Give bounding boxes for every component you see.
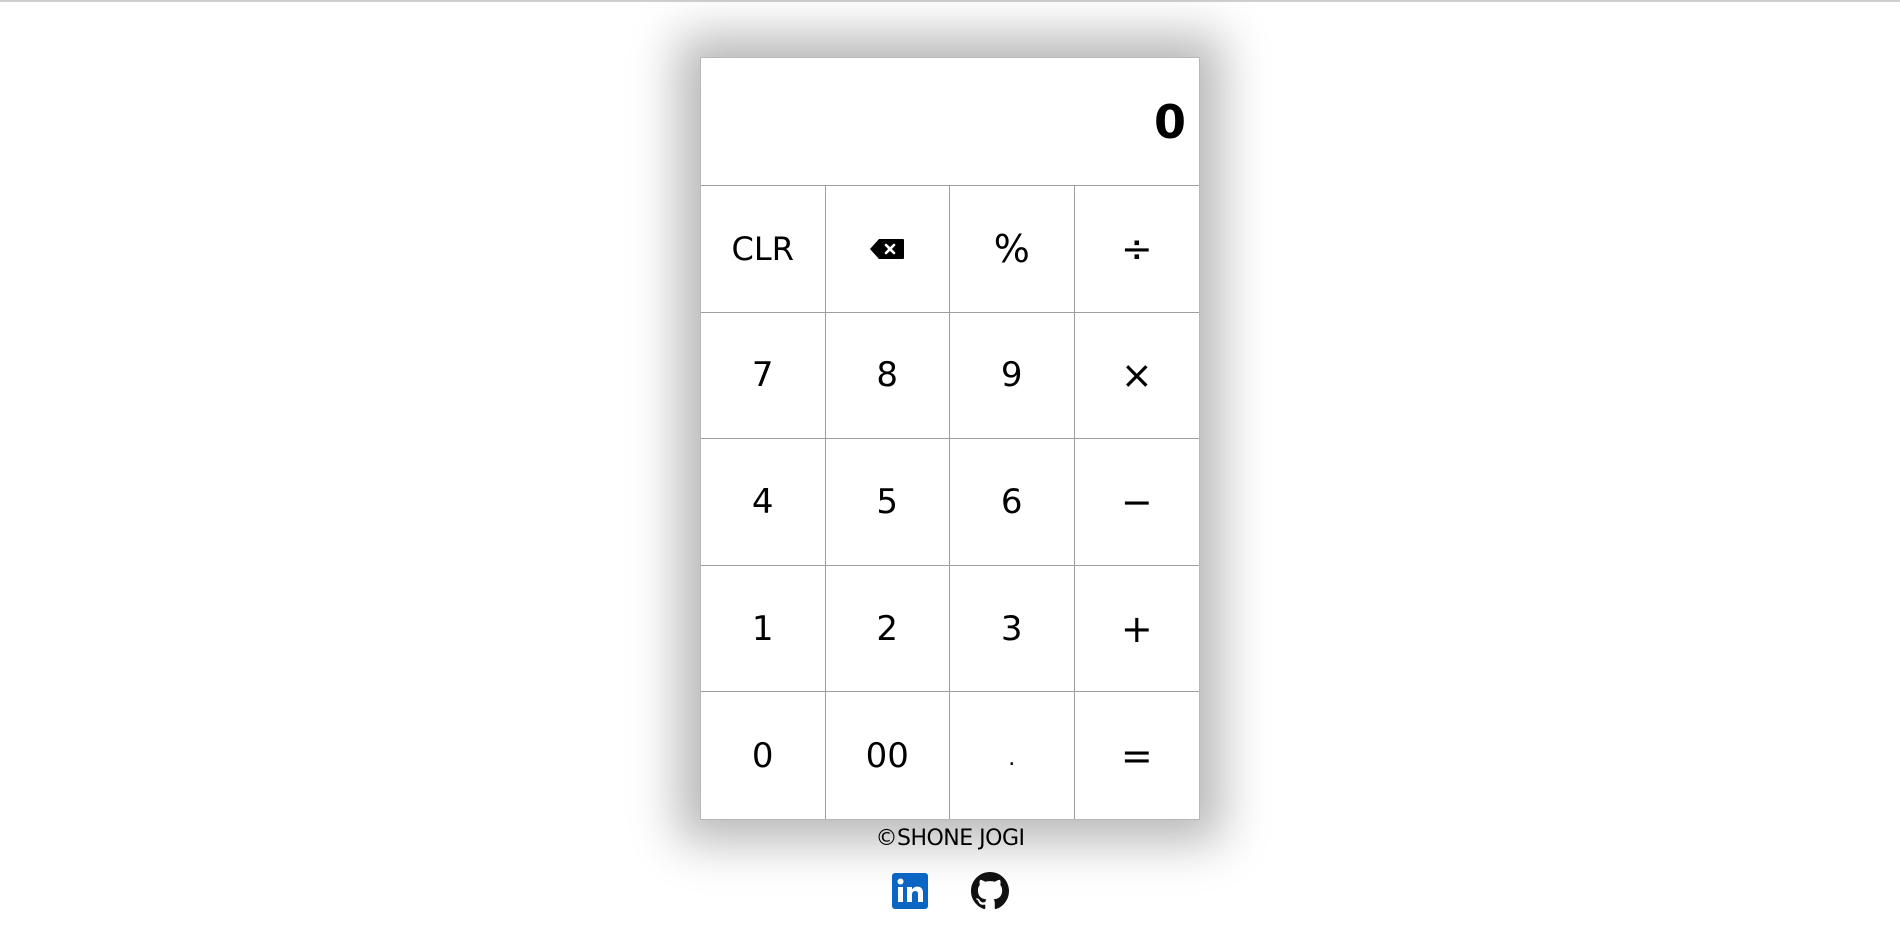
digit-1-button[interactable]: 1 — [701, 565, 826, 693]
top-divider — [0, 0, 1900, 2]
display: 0 — [701, 58, 1199, 186]
equals-button[interactable]: = — [1075, 692, 1200, 819]
percent-button[interactable]: % — [950, 186, 1075, 313]
decimal-button[interactable]: . — [950, 692, 1075, 819]
digit-8-button[interactable]: 8 — [825, 312, 950, 440]
subtract-button[interactable]: − — [1074, 439, 1199, 566]
digit-0-button[interactable]: 0 — [701, 692, 826, 819]
calculator: 0 CLR % ÷ 7 8 9 × 4 5 6 − 1 2 3 + 0 00 .… — [700, 57, 1200, 820]
clear-button[interactable]: CLR — [701, 186, 826, 313]
github-icon — [971, 872, 1009, 910]
linkedin-icon — [892, 873, 928, 909]
digit-9-button[interactable]: 9 — [950, 312, 1075, 440]
multiply-button[interactable]: × — [1074, 313, 1199, 440]
digit-4-button[interactable]: 4 — [701, 439, 826, 566]
display-value: 0 — [1153, 94, 1187, 149]
linkedin-link[interactable] — [891, 872, 929, 910]
digit-5-button[interactable]: 5 — [825, 439, 950, 566]
digit-7-button[interactable]: 7 — [701, 312, 826, 440]
backspace-icon — [870, 238, 905, 259]
digit-6-button[interactable]: 6 — [950, 439, 1075, 566]
divide-button[interactable]: ÷ — [1074, 186, 1199, 313]
keypad: CLR % ÷ 7 8 9 × 4 5 6 − 1 2 3 + 0 00 . = — [701, 186, 1199, 819]
social-links — [700, 872, 1200, 910]
digit-2-button[interactable]: 2 — [825, 565, 950, 693]
digit-3-button[interactable]: 3 — [950, 565, 1075, 693]
github-link[interactable] — [971, 872, 1009, 910]
add-button[interactable]: + — [1074, 566, 1199, 693]
backspace-button[interactable] — [825, 186, 950, 313]
double-zero-button[interactable]: 00 — [826, 692, 950, 819]
copyright-footer: ©SHONE JOGI — [875, 826, 1025, 851]
